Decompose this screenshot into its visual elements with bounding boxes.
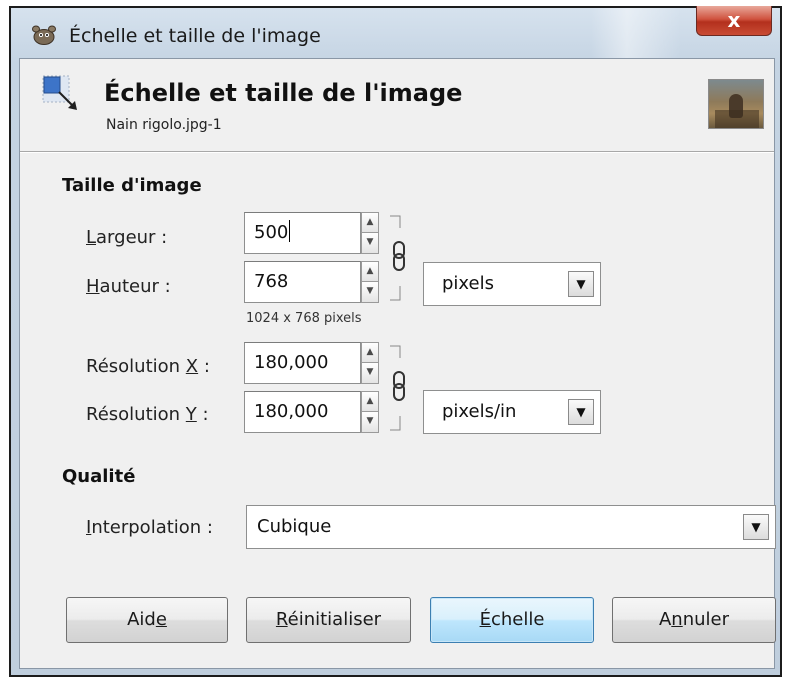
image-size-section-title: Taille d'image bbox=[62, 175, 202, 196]
resolution-y-label: Résolution Y : bbox=[86, 404, 209, 425]
spin-down-icon[interactable]: ▼ bbox=[361, 233, 379, 254]
scale-image-icon bbox=[42, 75, 77, 110]
quality-section-title: Qualité bbox=[62, 466, 136, 487]
header-title: Échelle et taille de l'image bbox=[104, 79, 463, 107]
help-button[interactable]: Aide bbox=[66, 597, 228, 643]
spin-up-icon[interactable]: ▲ bbox=[361, 261, 379, 282]
spin-up-icon[interactable]: ▲ bbox=[361, 342, 379, 363]
chain-link-icon[interactable] bbox=[384, 212, 410, 304]
title-bar[interactable]: Échelle et taille de l'image x bbox=[11, 6, 780, 58]
image-thumbnail bbox=[708, 79, 764, 129]
width-value: 500 bbox=[254, 222, 289, 243]
chain-link-icon[interactable] bbox=[384, 342, 410, 434]
resolution-x-label: Résolution X : bbox=[86, 356, 210, 377]
resolution-x-value: 180,000 bbox=[254, 352, 329, 373]
height-input[interactable]: 768 bbox=[244, 261, 361, 303]
resolution-unit-value: pixels/in bbox=[442, 401, 517, 422]
resolution-x-spinner[interactable]: ▲ ▼ bbox=[361, 342, 379, 384]
close-button[interactable]: x bbox=[696, 6, 772, 36]
resolution-y-value: 180,000 bbox=[254, 401, 329, 422]
width-input[interactable]: 500 bbox=[244, 212, 361, 254]
chevron-down-icon: ▼ bbox=[568, 399, 594, 425]
height-value: 768 bbox=[254, 271, 289, 292]
text-caret bbox=[289, 220, 291, 242]
gimp-icon bbox=[32, 25, 56, 45]
original-size-info: 1024 x 768 pixels bbox=[246, 311, 362, 326]
window-title: Échelle et taille de l'image bbox=[69, 25, 321, 47]
dialog-window: Échelle et taille de l'image x Échelle e… bbox=[9, 6, 782, 677]
interpolation-label: Interpolation : bbox=[86, 517, 213, 538]
dialog-header: Échelle et taille de l'image Nain rigolo… bbox=[20, 59, 774, 151]
resolution-y-spinner[interactable]: ▲ ▼ bbox=[361, 391, 379, 433]
width-spinner[interactable]: ▲ ▼ bbox=[361, 212, 379, 254]
cancel-button[interactable]: Annuler bbox=[612, 597, 776, 643]
spin-up-icon[interactable]: ▲ bbox=[361, 391, 379, 412]
resolution-y-input[interactable]: 180,000 bbox=[244, 391, 361, 433]
spin-down-icon[interactable]: ▼ bbox=[361, 412, 379, 433]
reset-button[interactable]: Réinitialiser bbox=[246, 597, 411, 643]
height-label: Hauteur : bbox=[86, 276, 171, 297]
chevron-down-icon: ▼ bbox=[743, 514, 769, 540]
header-subtitle: Nain rigolo.jpg-1 bbox=[106, 117, 222, 133]
spin-down-icon[interactable]: ▼ bbox=[361, 282, 379, 303]
size-unit-value: pixels bbox=[442, 273, 494, 294]
resolution-unit-dropdown[interactable]: pixels/in ▼ bbox=[423, 390, 601, 434]
size-unit-dropdown[interactable]: pixels ▼ bbox=[423, 262, 601, 306]
spin-down-icon[interactable]: ▼ bbox=[361, 363, 379, 384]
scale-button[interactable]: Échelle bbox=[430, 597, 594, 643]
header-separator bbox=[20, 151, 774, 153]
interpolation-value: Cubique bbox=[257, 516, 332, 537]
dialog-body: Échelle et taille de l'image Nain rigolo… bbox=[19, 58, 776, 669]
spin-up-icon[interactable]: ▲ bbox=[361, 212, 379, 233]
resolution-x-input[interactable]: 180,000 bbox=[244, 342, 361, 384]
interpolation-dropdown[interactable]: Cubique ▼ bbox=[246, 505, 776, 549]
height-spinner[interactable]: ▲ ▼ bbox=[361, 261, 379, 303]
width-label: Largeur : bbox=[86, 227, 168, 248]
close-icon: x bbox=[727, 8, 741, 32]
title-bar-glare bbox=[591, 8, 681, 58]
chevron-down-icon: ▼ bbox=[568, 271, 594, 297]
